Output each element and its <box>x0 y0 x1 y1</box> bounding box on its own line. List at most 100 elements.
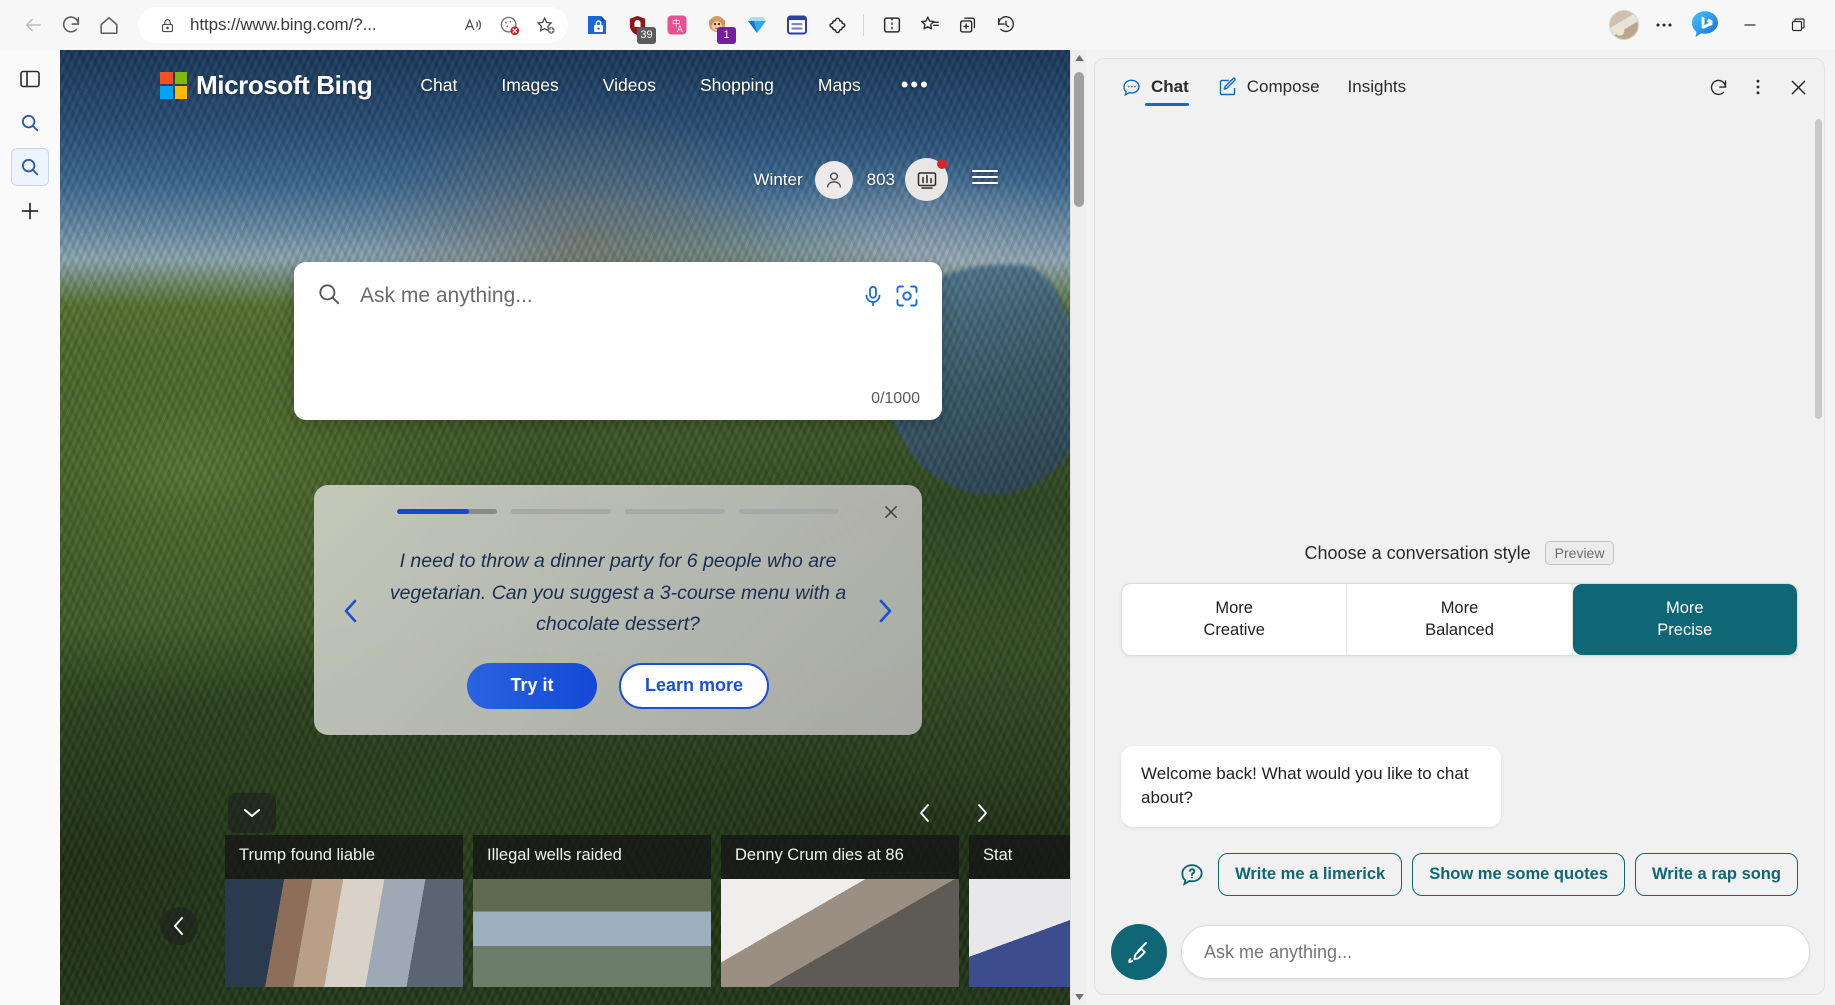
settings-and-more-icon[interactable] <box>1645 6 1683 44</box>
scroll-thumb[interactable] <box>1074 72 1084 207</box>
refresh-button[interactable] <box>52 6 90 44</box>
nav-link-shopping[interactable]: Shopping <box>678 69 796 102</box>
tampermonkey-icon[interactable]: 1 <box>700 8 736 44</box>
back-button[interactable] <box>14 6 52 44</box>
news-scroll-left-icon[interactable] <box>905 793 945 833</box>
add-favorite-icon[interactable] <box>532 12 558 38</box>
close-icon[interactable] <box>882 503 900 525</box>
tone-balanced-line1: More <box>1440 599 1479 618</box>
user-avatar-icon[interactable] <box>814 160 853 199</box>
tone-option-creative[interactable]: More Creative <box>1122 584 1348 655</box>
news-card[interactable]: Trump found liable <box>225 835 463 987</box>
tone-precise-line1: More <box>1666 599 1704 618</box>
bing-chat-icon[interactable] <box>1685 5 1725 45</box>
address-bar[interactable]: https://www.bing.com/?... <box>138 7 568 43</box>
tone-option-precise[interactable]: More Precise <box>1572 584 1797 655</box>
add-tool-icon[interactable] <box>11 192 49 230</box>
scroll-down-arrow-icon[interactable] <box>1071 989 1087 1005</box>
new-topic-broom-icon[interactable] <box>1111 924 1167 980</box>
chip-show-quotes[interactable]: Show me some quotes <box>1412 853 1626 896</box>
search-input[interactable] <box>360 284 856 308</box>
nav-link-chat[interactable]: Chat <box>398 69 479 102</box>
carousel-next-icon[interactable] <box>870 593 900 629</box>
news-scroll-right-icon[interactable] <box>962 793 1002 833</box>
enterprise-protect-icon[interactable] <box>580 8 614 42</box>
diamond-icon[interactable] <box>740 8 774 42</box>
sidebar-toggle-icon[interactable] <box>11 60 49 98</box>
chat-scrollbar[interactable] <box>1815 119 1822 479</box>
learn-more-button[interactable]: Learn more <box>619 662 769 709</box>
form-filler-icon[interactable] <box>780 8 814 42</box>
news-strip: Trump found liable Illegal wells raided … <box>60 835 1070 1005</box>
chat-input-box[interactable] <box>1181 925 1810 979</box>
puzzle-extensions-icon[interactable] <box>820 8 854 42</box>
compose-pencil-icon <box>1217 77 1238 98</box>
page-scrollbar[interactable] <box>1070 50 1086 1005</box>
tab-insights[interactable]: Insights <box>1336 69 1419 105</box>
hamburger-menu-icon[interactable] <box>970 166 1000 193</box>
news-title: Trump found liable <box>225 835 463 879</box>
bing-header: Microsoft Bing Chat Images Videos Shoppi… <box>60 50 1070 108</box>
preview-badge: Preview <box>1544 541 1615 566</box>
tab-compose[interactable]: Compose <box>1205 69 1332 106</box>
chat-input[interactable] <box>1204 941 1787 963</box>
minimize-button[interactable] <box>1727 5 1773 45</box>
split-screen-icon[interactable] <box>873 6 911 44</box>
chip-write-rap-song[interactable]: Write a rap song <box>1635 853 1798 896</box>
discover-search-icon[interactable] <box>11 104 49 142</box>
favorites-icon[interactable] <box>911 6 949 44</box>
news-card[interactable]: Illegal wells raided <box>473 835 711 987</box>
news-card[interactable]: Stat <box>969 835 1070 987</box>
read-aloud-icon[interactable] <box>460 12 486 38</box>
chip-write-limerick[interactable]: Write me a limerick <box>1218 853 1403 896</box>
more-options-icon[interactable] <box>1740 69 1776 105</box>
chat-scroll-thumb[interactable] <box>1815 119 1822 419</box>
tab-chat-label: Chat <box>1151 77 1189 96</box>
carousel-prev-icon[interactable] <box>336 593 366 629</box>
ublock-badge: 39 <box>637 27 656 44</box>
carousel-dot-1[interactable] <box>397 509 497 514</box>
cookie-blocked-icon[interactable] <box>496 12 522 38</box>
toolbar-divider <box>863 14 864 36</box>
scroll-up-arrow-icon[interactable] <box>1071 50 1087 66</box>
news-thumbnail <box>225 879 463 987</box>
tab-chat[interactable]: Chat <box>1109 69 1201 106</box>
refresh-icon[interactable] <box>1700 69 1736 105</box>
help-bubble-icon[interactable] <box>1178 861 1206 889</box>
history-icon[interactable] <box>987 6 1025 44</box>
translate-icon[interactable]: 中A <box>660 8 694 42</box>
suggestion-chips: Write me a limerick Show me some quotes … <box>1121 853 1798 896</box>
home-button[interactable] <box>90 6 128 44</box>
restore-button[interactable] <box>1775 5 1821 45</box>
scroll-down-button[interactable] <box>228 793 276 833</box>
nav-link-images[interactable]: Images <box>479 69 580 102</box>
user-name: Winter <box>753 169 803 189</box>
nav-link-videos[interactable]: Videos <box>581 69 678 102</box>
news-thumbnail <box>721 879 959 987</box>
page-area: Microsoft Bing Chat Images Videos Shoppi… <box>0 50 1835 1005</box>
carousel-dot-2[interactable] <box>511 509 611 514</box>
nav-link-maps[interactable]: Maps <box>796 69 883 102</box>
microphone-icon[interactable] <box>856 279 890 313</box>
try-it-button[interactable]: Try it <box>467 662 597 709</box>
suggestion-text: I need to throw a dinner party for 6 peo… <box>389 550 847 636</box>
close-icon[interactable] <box>1780 69 1816 105</box>
bing-search-icon[interactable] <box>11 148 49 186</box>
suggestion-carousel-card: I need to throw a dinner party for 6 peo… <box>314 485 922 735</box>
tone-option-balanced[interactable]: More Balanced <box>1347 584 1573 655</box>
url-text: https://www.bing.com/?... <box>190 15 377 34</box>
rewards-icon[interactable] <box>905 158 948 201</box>
extensions-area: 39 中A 1 <box>580 8 854 44</box>
bing-wordmark[interactable]: Microsoft Bing <box>196 70 373 101</box>
avatar[interactable] <box>1605 6 1643 44</box>
nav-more-icon[interactable]: ••• <box>883 72 948 98</box>
visual-search-icon[interactable] <box>890 279 924 313</box>
carousel-dot-4[interactable] <box>739 509 839 514</box>
carousel-dot-3[interactable] <box>625 509 725 514</box>
collections-icon[interactable] <box>949 6 987 44</box>
chat-tab-actions <box>1700 69 1816 105</box>
bing-userbar: Winter 803 <box>754 158 1001 201</box>
toolbar-right-group <box>1605 5 1821 45</box>
ublock-origin-icon[interactable]: 39 <box>620 8 656 44</box>
news-card[interactable]: Denny Crum dies at 86 <box>721 835 959 987</box>
